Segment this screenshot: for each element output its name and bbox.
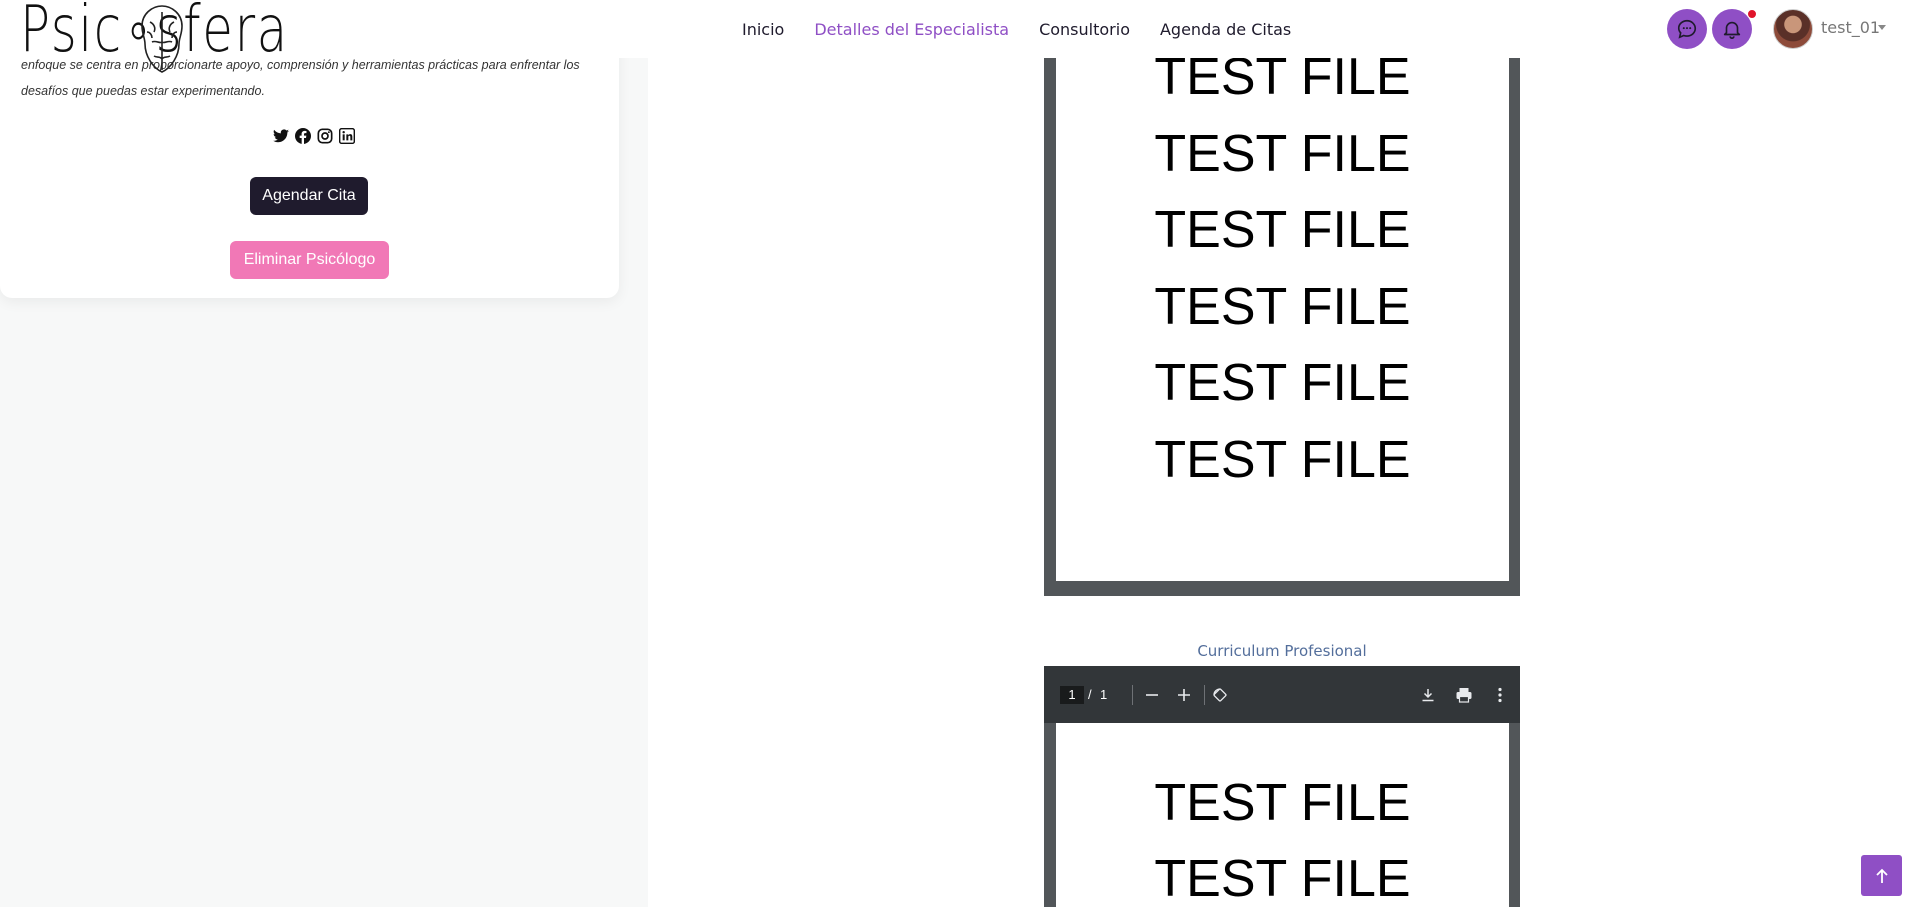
- pdf-text-line: TEST FILE: [1154, 431, 1411, 489]
- psicosfera-logo[interactable]: Psic∘sfera: [20, 0, 295, 82]
- arrow-up-icon: [1875, 868, 1888, 883]
- user-avatar[interactable]: [1773, 9, 1813, 49]
- chat-icon: [1677, 19, 1697, 39]
- agendar-cita-button[interactable]: Agendar Cita: [250, 177, 368, 215]
- pdf-toolbar: 1 / 1: [1044, 666, 1520, 723]
- pdf-text-line: TEST FILE: [1154, 201, 1411, 259]
- scroll-to-top-button[interactable]: [1861, 855, 1902, 896]
- notifications-button[interactable]: [1712, 9, 1752, 49]
- pdf-page: TEST FILE TEST FILE TEST FILE TEST FILE …: [1056, 0, 1509, 581]
- print-icon: [1456, 688, 1472, 703]
- download-icon: [1422, 689, 1434, 702]
- social-links: [271, 126, 357, 146]
- pdf-text-line: TEST FILE: [1154, 354, 1411, 412]
- page: enfoque se centra en proporcionarte apoy…: [0, 0, 1912, 907]
- nav-agenda-citas[interactable]: Agenda de Citas: [1160, 20, 1291, 39]
- facebook-icon[interactable]: [293, 126, 313, 146]
- pdf-text-line: TEST FILE: [1154, 850, 1411, 907]
- instagram-icon[interactable]: [315, 126, 335, 146]
- curriculum-caption: Curriculum Profesional: [1197, 642, 1367, 660]
- bell-icon: [1723, 21, 1741, 39]
- more-options-button[interactable]: [1488, 683, 1512, 707]
- nav-consultorio[interactable]: Consultorio: [1039, 20, 1130, 39]
- twitter-icon[interactable]: [271, 126, 291, 146]
- zoom-out-button[interactable]: [1140, 683, 1164, 707]
- minus-icon: [1146, 694, 1158, 696]
- main-nav: Inicio Detalles del Especialista Consult…: [742, 20, 1291, 39]
- toolbar-divider: [1204, 685, 1205, 705]
- user-menu-name[interactable]: test_01: [1821, 18, 1880, 37]
- page-number-input[interactable]: 1: [1060, 686, 1084, 704]
- zoom-in-button[interactable]: [1172, 683, 1196, 707]
- left-column: enfoque se centra en proporcionarte apoy…: [0, 0, 648, 907]
- chevron-down-icon[interactable]: [1878, 25, 1886, 30]
- print-button[interactable]: [1452, 683, 1476, 707]
- notification-badge: [1747, 9, 1757, 19]
- nav-detalles-especialista[interactable]: Detalles del Especialista: [814, 20, 1009, 39]
- rotate-icon: [1213, 688, 1227, 702]
- pdf-text-line: TEST FILE: [1154, 125, 1411, 183]
- more-vertical-icon: [1498, 687, 1502, 703]
- plus-icon: [1178, 689, 1190, 701]
- rotate-button[interactable]: [1208, 683, 1232, 707]
- top-navbar: Psic∘sfera Inicio Detalles del Especiali…: [0, 0, 1912, 73]
- eliminar-psicologo-button[interactable]: Eliminar Psicólogo: [230, 241, 389, 279]
- page-separator: /: [1088, 687, 1092, 702]
- pdf-text-line: TEST FILE: [1154, 278, 1411, 336]
- chat-button[interactable]: [1667, 9, 1707, 49]
- pdf-text-line: TEST FILE: [1154, 774, 1411, 832]
- toolbar-divider: [1132, 685, 1133, 705]
- pdf-viewer-1[interactable]: TEST FILE TEST FILE TEST FILE TEST FILE …: [1044, 0, 1520, 596]
- pdf-viewer-2[interactable]: 1 / 1 TEST FILE TEST FILE: [1044, 666, 1520, 907]
- brain-icon: [141, 5, 183, 73]
- pdf-page: TEST FILE TEST FILE: [1056, 723, 1509, 907]
- page-total: 1: [1100, 687, 1108, 702]
- download-button[interactable]: [1416, 683, 1440, 707]
- nav-inicio[interactable]: Inicio: [742, 20, 784, 39]
- linkedin-icon[interactable]: [337, 126, 357, 146]
